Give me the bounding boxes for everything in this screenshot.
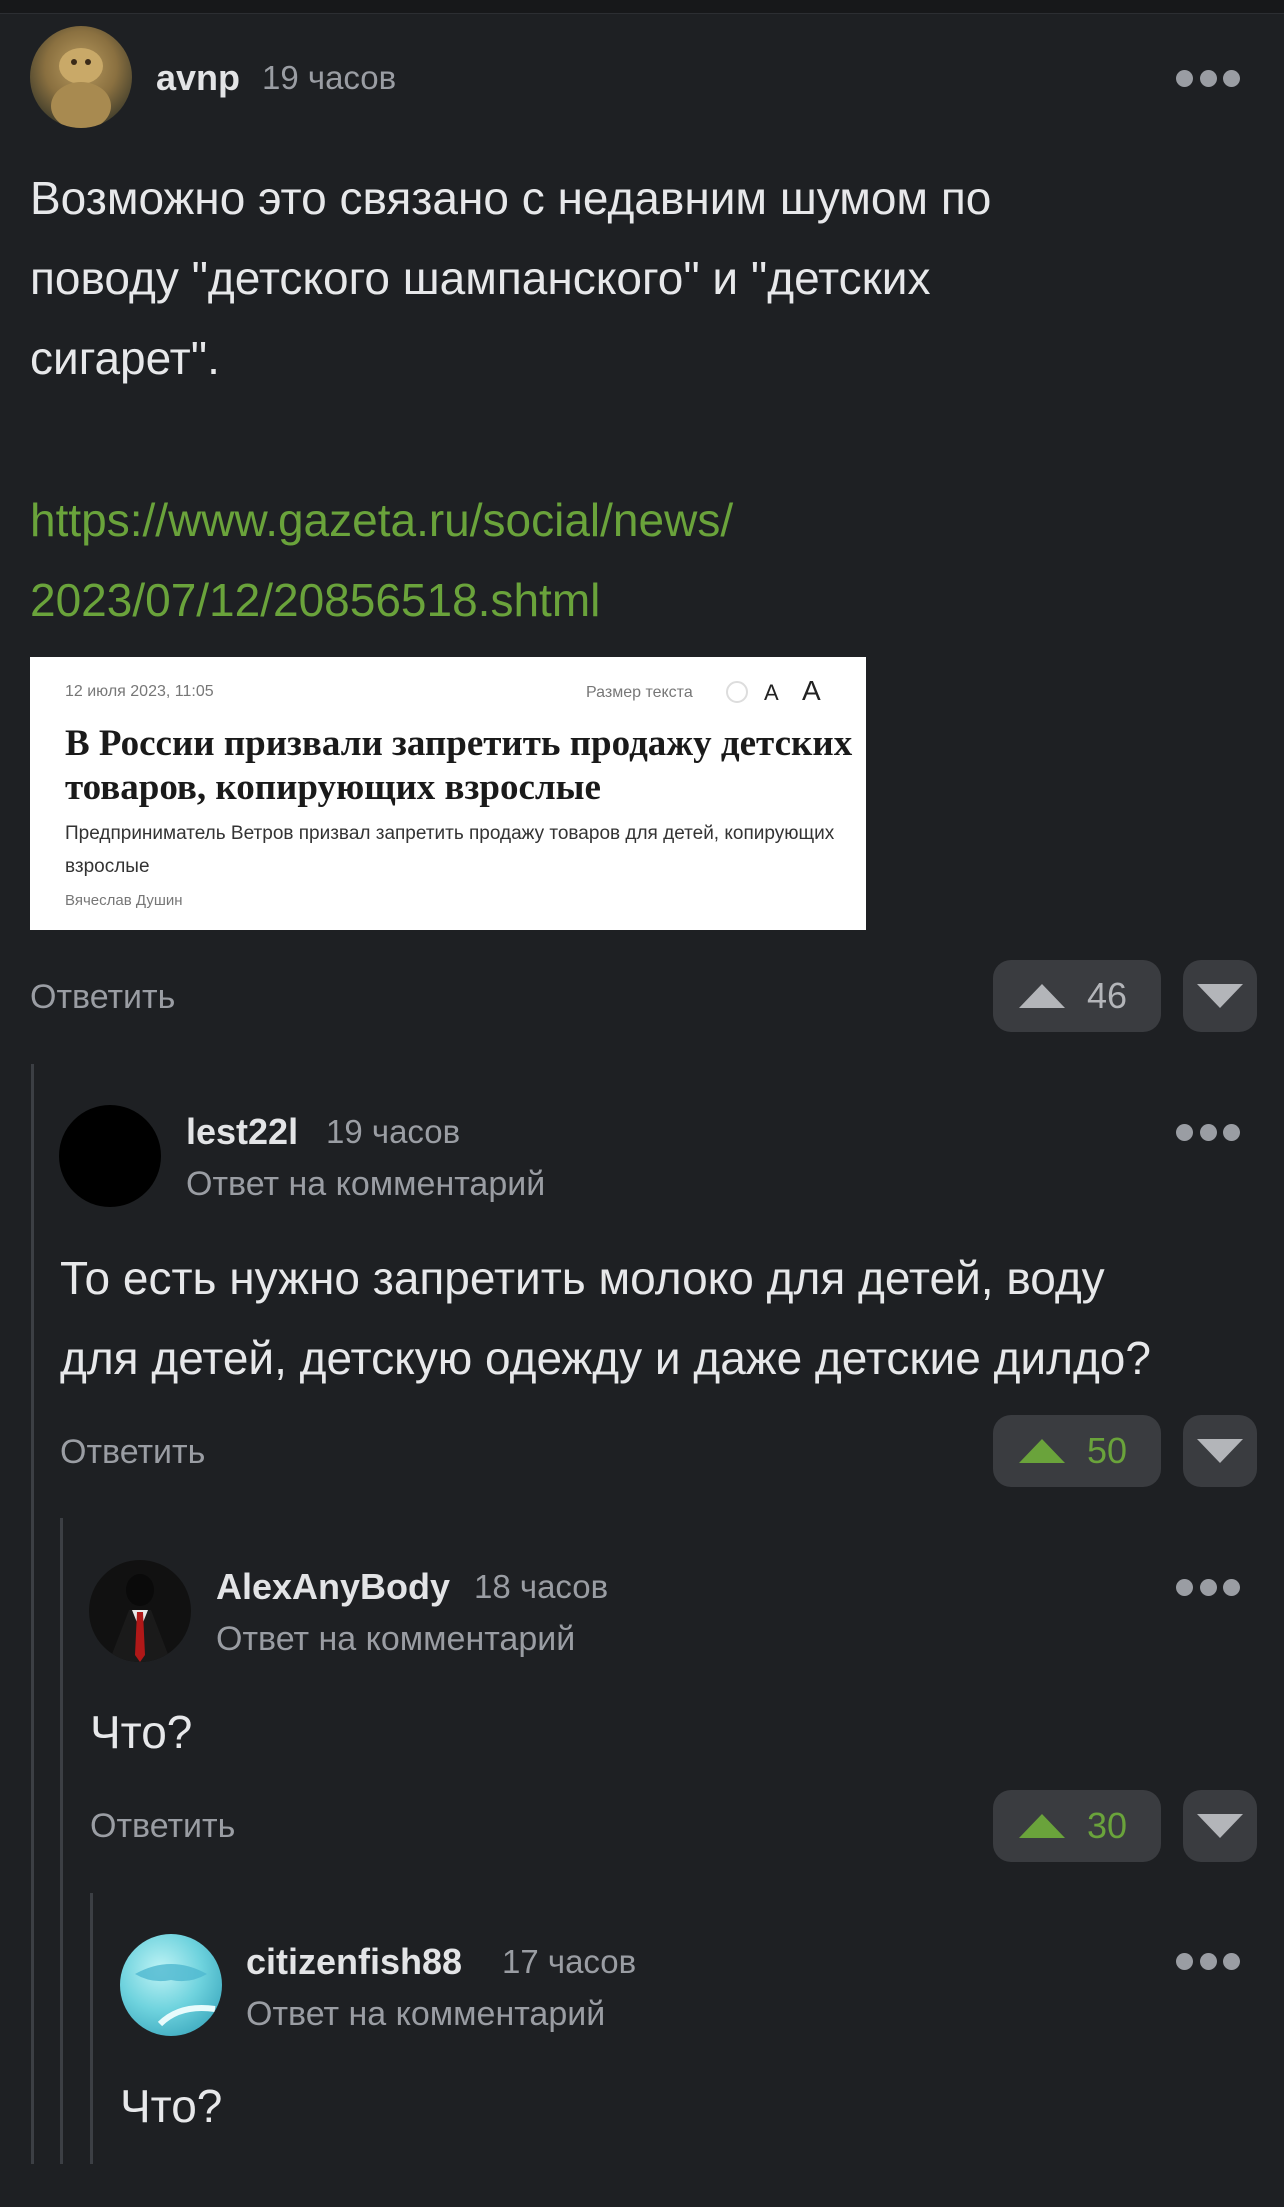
comment-text: То есть нужно запретить молоко для детей… — [60, 1238, 1270, 1398]
avatar-image-icon — [109, 1574, 171, 1662]
username[interactable]: avnp — [156, 57, 240, 99]
article-preview-image[interactable]: 12 июля 2023, 11:05 Размер текста A A В … — [30, 657, 866, 930]
avatar-image-icon — [135, 1964, 216, 2027]
comment-text-line: для детей, детскую одежду и даже детские… — [60, 1332, 1151, 1384]
comment-text-line: поводу "детского шампанского" и "детских — [30, 252, 931, 304]
vote-count: 46 — [1087, 975, 1128, 1016]
comment-time: 19 часов — [262, 59, 397, 96]
downvote-button[interactable] — [1183, 960, 1257, 1032]
text-size-label: Размер текста — [586, 684, 693, 701]
avatar-lest22l[interactable] — [59, 1105, 161, 1207]
comment-time: 18 часов — [474, 1568, 609, 1605]
vote-count: 30 — [1087, 1805, 1128, 1846]
reply-button[interactable]: Ответить — [90, 1807, 235, 1846]
article-title: В России призвали запретить продажу детс… — [65, 723, 853, 808]
article-date: 12 июля 2023, 11:05 — [65, 683, 214, 700]
reply-to-label[interactable]: Ответ на комментарий — [186, 1165, 545, 1204]
avatar-image-icon — [51, 48, 111, 128]
downvote-triangle-icon — [1197, 984, 1243, 1008]
font-large-icon: A — [802, 675, 821, 706]
more-dots-icon[interactable] — [1176, 1951, 1240, 1971]
upvote-button[interactable]: 46 — [993, 960, 1161, 1032]
downvote-button[interactable] — [1183, 1415, 1257, 1487]
upvote-triangle-icon — [1019, 984, 1065, 1008]
thread-line — [60, 1518, 63, 2164]
article-subtitle: Предприниматель Ветров призвал запретить… — [65, 823, 835, 877]
upvote-triangle-icon — [1019, 1814, 1065, 1838]
thread-line — [90, 1893, 93, 2164]
reply-to-label[interactable]: Ответ на комментарий — [246, 1995, 605, 2034]
article-link[interactable]: https://www.gazeta.ru/social/news/ 2023/… — [30, 480, 1260, 640]
comment-time: 19 часов — [326, 1113, 461, 1150]
thread-line — [31, 1064, 34, 2164]
top-divider — [0, 0, 1284, 14]
reply-button[interactable]: Ответить — [60, 1433, 205, 1472]
upvote-button[interactable]: 30 — [993, 1790, 1161, 1862]
more-dots-icon[interactable] — [1176, 1577, 1240, 1597]
reply-button[interactable]: Ответить — [30, 978, 175, 1017]
avatar-avnp[interactable] — [30, 26, 132, 128]
username[interactable]: lest22l — [186, 1111, 298, 1153]
comment-text: Что? — [120, 2080, 223, 2132]
upvote-button[interactable]: 50 — [993, 1415, 1161, 1487]
more-dots-icon[interactable] — [1176, 68, 1240, 88]
avatar-citizenfish88[interactable] — [120, 1934, 222, 2036]
article-author: Вячеслав Душин — [65, 892, 183, 909]
comment-text-line: То есть нужно запретить молоко для детей… — [60, 1252, 1105, 1304]
reply-to-label[interactable]: Ответ на комментарий — [216, 1620, 575, 1659]
comment-text: Возможно это связано с недавним шумом по… — [30, 158, 1260, 398]
avatar-alexanybody[interactable] — [89, 1560, 191, 1662]
comment-text-line: Возможно это связано с недавним шумом по — [30, 172, 992, 224]
more-dots-icon[interactable] — [1176, 1122, 1240, 1142]
contrast-icon — [726, 681, 748, 703]
downvote-triangle-icon — [1197, 1814, 1243, 1838]
username[interactable]: AlexAnyBody — [216, 1566, 450, 1608]
downvote-button[interactable] — [1183, 1790, 1257, 1862]
vote-count: 50 — [1087, 1430, 1128, 1471]
downvote-triangle-icon — [1197, 1439, 1243, 1463]
upvote-triangle-icon — [1019, 1439, 1065, 1463]
font-small-icon: A — [764, 680, 779, 705]
article-link-line[interactable]: 2023/07/12/20856518.shtml — [30, 560, 1260, 640]
username[interactable]: citizenfish88 — [246, 1941, 462, 1983]
comment-text-line: сигарет". — [30, 332, 220, 384]
comment-time: 17 часов — [502, 1943, 637, 1980]
comment-text: Что? — [90, 1706, 193, 1758]
article-link-line[interactable]: https://www.gazeta.ru/social/news/ — [30, 480, 1260, 560]
